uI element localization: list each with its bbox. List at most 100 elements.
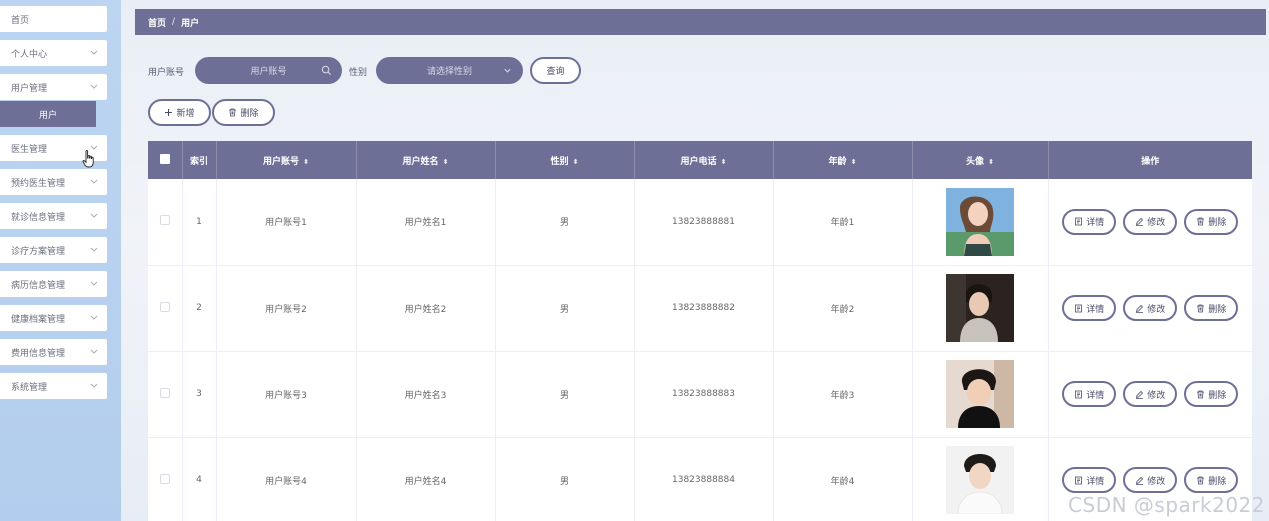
sort-icon[interactable]: ⬍ [443, 158, 449, 166]
column-header-avatar[interactable]: 头像 ⬍ [912, 141, 1049, 179]
detail-button[interactable]: 详情 [1062, 208, 1117, 235]
column-header-account[interactable]: 用户账号 ⬍ [216, 141, 357, 179]
cell-phone: 13823888882 [634, 265, 774, 352]
sort-icon[interactable]: ⬍ [988, 158, 994, 166]
chevron-down-icon [89, 346, 99, 356]
edit-button[interactable]: 修改 [1123, 467, 1178, 493]
sidebar-item-home[interactable]: 首页 [0, 6, 107, 32]
delete-button[interactable]: 删除 [1184, 295, 1239, 321]
cell-account: 用户账号1 [216, 179, 357, 266]
batch-delete-button-label: 删除 [240, 109, 259, 119]
column-header-phone[interactable]: 用户电话 ⬍ [634, 141, 774, 179]
search-icon [321, 65, 331, 75]
table-row: 2 用户账号2 用户姓名2 男 13823888882 年龄2 详情 修改 删除 [148, 265, 1252, 352]
chevron-down-icon [89, 81, 99, 91]
cell-account: 用户账号4 [216, 437, 357, 521]
detail-button[interactable]: 详情 [1062, 467, 1117, 493]
sort-icon[interactable]: ⬍ [573, 158, 579, 166]
column-header-index: 索引 [182, 141, 217, 179]
column-header-label: 年龄 [828, 156, 847, 167]
cell-name: 用户姓名3 [356, 351, 496, 438]
document-icon [1075, 217, 1083, 226]
detail-button[interactable]: 详情 [1062, 295, 1117, 321]
sidebar-item-fee-management[interactable]: 费用信息管理 [0, 339, 107, 365]
chevron-down-icon [89, 210, 99, 220]
delete-button-label: 删除 [1208, 390, 1227, 401]
sort-icon[interactable]: ⬍ [851, 158, 857, 166]
sidebar-item-label: 费用信息管理 [11, 348, 66, 359]
cell-phone: 13823888883 [634, 351, 774, 438]
cell-index: 1 [182, 179, 217, 266]
gender-label: 性别 [349, 68, 368, 78]
cell-age: 年龄4 [773, 437, 913, 521]
chevron-down-icon [89, 176, 99, 186]
row-checkbox-cell [148, 179, 183, 266]
edit-button-label: 修改 [1147, 218, 1166, 229]
batch-delete-button[interactable]: 删除 [212, 99, 275, 126]
table-row: 3 用户账号3 用户姓名3 男 13823888883 年龄3 详情 修改 删除 [148, 351, 1252, 438]
chevron-down-icon [89, 380, 99, 390]
sidebar-item-label: 个人中心 [11, 49, 48, 60]
edit-button[interactable]: 修改 [1123, 381, 1178, 407]
row-checkbox-cell [148, 265, 183, 352]
select-all-checkbox[interactable] [159, 153, 170, 164]
gender-select-placeholder: 请选择性别 [426, 67, 472, 77]
column-header-name[interactable]: 用户姓名 ⬍ [356, 141, 496, 179]
delete-button-label: 删除 [1208, 476, 1227, 487]
table-header-row: 索引 用户账号 ⬍ 用户姓名 ⬍ 性别 ⬍ 用户电话 ⬍ 年龄 ⬍ 头像 ⬍ 操作 [148, 141, 1252, 179]
add-button[interactable]: 新增 [148, 99, 211, 126]
sort-icon[interactable]: ⬍ [303, 158, 309, 166]
row-checkbox[interactable] [159, 473, 170, 484]
sidebar-item-personal-center[interactable]: 个人中心 [0, 40, 107, 66]
detail-button[interactable]: 详情 [1062, 381, 1117, 407]
edit-button[interactable]: 修改 [1123, 295, 1178, 321]
cell-age: 年龄2 [773, 265, 913, 352]
delete-button[interactable]: 删除 [1184, 467, 1239, 493]
query-button-label: 查询 [546, 67, 565, 77]
edit-button[interactable]: 修改 [1123, 208, 1178, 235]
row-checkbox[interactable] [159, 387, 170, 398]
query-button[interactable]: 查询 [530, 57, 581, 84]
sidebar-item-visit-management[interactable]: 就诊信息管理 [0, 203, 107, 229]
detail-button-label: 详情 [1086, 390, 1105, 401]
sort-icon[interactable]: ⬍ [721, 158, 727, 166]
cell-actions: 详情 修改 删除 [1048, 351, 1252, 438]
breadcrumb-current: 用户 [181, 18, 200, 29]
chevron-down-icon [89, 312, 99, 322]
sidebar-item-system-management[interactable]: 系统管理 [0, 373, 107, 399]
breadcrumb-home[interactable]: 首页 [148, 16, 166, 29]
column-header-age[interactable]: 年龄 ⬍ [773, 141, 913, 179]
select-all-checkbox-cell [148, 141, 183, 179]
trash-icon [229, 108, 237, 117]
sidebar-item-medical-record-management[interactable]: 病历信息管理 [0, 271, 107, 297]
row-checkbox-cell [148, 351, 183, 438]
sidebar-item-health-record-management[interactable]: 健康档案管理 [0, 305, 107, 331]
sidebar-subitem-label: 用户 [38, 110, 57, 121]
cell-name: 用户姓名2 [356, 265, 496, 352]
row-checkbox-cell [148, 437, 183, 521]
gender-select[interactable]: 请选择性别 [376, 57, 523, 84]
plus-icon [165, 109, 173, 116]
column-header-gender[interactable]: 性别 ⬍ [495, 141, 635, 179]
row-checkbox[interactable] [159, 301, 170, 312]
delete-button[interactable]: 删除 [1184, 208, 1239, 235]
account-search-input[interactable]: 用户账号 [195, 57, 342, 84]
document-icon [1075, 390, 1083, 398]
row-checkbox[interactable] [159, 215, 170, 226]
sidebar-subitem-users[interactable]: 用户 [0, 101, 96, 127]
breadcrumb: 首页 / 用户 [135, 9, 1266, 35]
sidebar: 首页 个人中心 用户管理 用户 医生管理 预约医生管理 就诊信息管理 诊疗方案管… [0, 0, 121, 521]
sidebar-item-label: 用户管理 [11, 83, 48, 94]
edit-icon [1136, 304, 1144, 313]
chevron-down-icon [504, 68, 511, 73]
cell-account: 用户账号3 [216, 351, 357, 438]
sidebar-item-user-management[interactable]: 用户管理 [0, 74, 107, 100]
chevron-down-icon [89, 244, 99, 254]
sidebar-item-treatment-plan-management[interactable]: 诊疗方案管理 [0, 237, 107, 263]
delete-button[interactable]: 删除 [1184, 381, 1239, 407]
trash-icon [1197, 476, 1205, 484]
sidebar-item-appointment-management[interactable]: 预约医生管理 [0, 169, 107, 195]
cell-gender: 男 [495, 179, 635, 266]
cell-account: 用户账号2 [216, 265, 357, 352]
cell-index: 2 [182, 265, 217, 352]
